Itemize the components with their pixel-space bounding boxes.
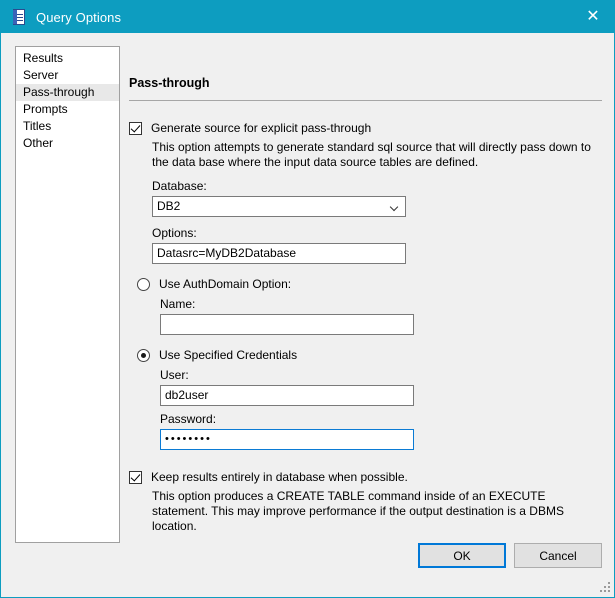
specified-credentials-label: Use Specified Credentials (159, 348, 298, 362)
auth-domain-radio[interactable] (137, 277, 150, 291)
close-icon[interactable]: ✕ (570, 1, 614, 32)
page-title: Pass-through (129, 76, 210, 90)
generate-source-description: This option attempts to generate standar… (152, 140, 591, 169)
options-label: Options: (152, 226, 197, 240)
category-list[interactable]: Results Server Pass-through Prompts Titl… (15, 46, 120, 543)
query-options-dialog: Query Options ✕ Results Server Pass-thro… (0, 0, 615, 598)
keep-results-description: This option produces a CREATE TABLE comm… (152, 489, 564, 533)
user-input[interactable]: db2user (160, 385, 414, 406)
resize-grip[interactable] (598, 582, 610, 594)
auth-domain-name-input[interactable] (160, 314, 414, 335)
document-properties-icon (11, 9, 27, 25)
database-group: Database: DB2 (152, 179, 406, 217)
user-group: User: db2user (160, 368, 414, 406)
user-label: User: (160, 368, 189, 382)
generate-source-label: Generate source for explicit pass-throug… (151, 121, 372, 135)
title-separator (129, 100, 602, 101)
generate-source-checkbox[interactable] (129, 122, 142, 135)
title-bar: Query Options ✕ (1, 1, 614, 33)
generate-source-row[interactable]: Generate source for explicit pass-throug… (129, 121, 603, 135)
specified-credentials-row[interactable]: Use Specified Credentials (137, 348, 603, 362)
options-input[interactable]: Datasrc=MyDB2Database (152, 243, 406, 264)
auth-domain-label: Use AuthDomain Option: (159, 277, 292, 291)
options-group: Options: Datasrc=MyDB2Database (152, 226, 406, 264)
chevron-down-icon (391, 204, 398, 211)
password-label: Password: (160, 412, 217, 426)
database-select[interactable]: DB2 (152, 196, 406, 217)
database-value: DB2 (157, 199, 181, 213)
database-label: Database: (152, 179, 207, 193)
sidebar-item-results[interactable]: Results (16, 50, 119, 67)
auth-domain-name-label: Name: (160, 297, 196, 311)
pass-through-panel: Pass-through Generate source for explici… (129, 46, 603, 534)
keep-results-checkbox[interactable] (129, 471, 142, 484)
auth-domain-row[interactable]: Use AuthDomain Option: (137, 277, 603, 291)
dialog-client-area: Results Server Pass-through Prompts Titl… (2, 33, 614, 597)
password-group: Password: •••••••• (160, 412, 414, 450)
window-title: Query Options (36, 9, 122, 25)
keep-results-label: Keep results entirely in database when p… (151, 470, 408, 484)
dialog-buttons: OK Cancel (418, 543, 602, 568)
keep-results-row[interactable]: Keep results entirely in database when p… (129, 470, 603, 484)
sidebar-item-prompts[interactable]: Prompts (16, 101, 119, 118)
sidebar-item-titles[interactable]: Titles (16, 118, 119, 135)
sidebar-item-pass-through[interactable]: Pass-through (16, 84, 119, 101)
sidebar-item-other[interactable]: Other (16, 135, 119, 152)
sidebar-item-server[interactable]: Server (16, 67, 119, 84)
cancel-button[interactable]: Cancel (514, 543, 602, 568)
auth-domain-name-group: Name: (160, 297, 414, 335)
specified-credentials-radio[interactable] (137, 348, 150, 362)
password-input[interactable]: •••••••• (160, 429, 414, 450)
ok-button[interactable]: OK (418, 543, 506, 568)
